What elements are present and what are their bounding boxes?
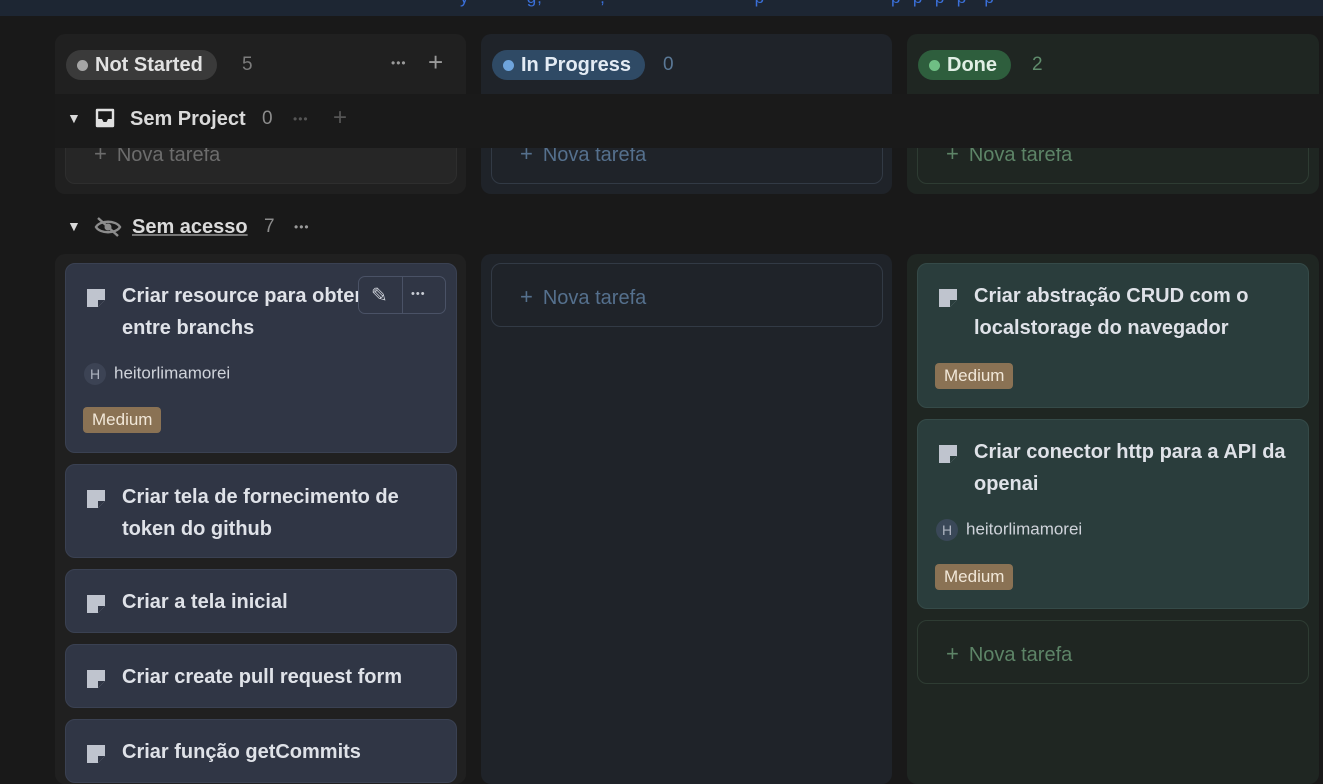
status-pill-not-started[interactable]: Not Started bbox=[66, 50, 217, 80]
more-icon[interactable]: ••• bbox=[294, 220, 310, 234]
column-header-done: Done 2 bbox=[907, 34, 1319, 93]
card-title: Criar função getCommits bbox=[122, 741, 361, 763]
new-task-button[interactable]: + Nova tarefa bbox=[917, 620, 1309, 684]
plus-icon: + bbox=[520, 284, 533, 309]
page-icon bbox=[87, 745, 105, 763]
status-dot-icon bbox=[77, 59, 88, 71]
divider bbox=[402, 277, 403, 313]
group-count: 0 bbox=[262, 108, 273, 129]
assignee-name: heitorlimamorei bbox=[966, 519, 1083, 539]
assignee-name: heitorlimamorei bbox=[114, 363, 231, 383]
task-card[interactable]: Criar abstração CRUD com o localstorage … bbox=[917, 263, 1309, 408]
status-label: In Progress bbox=[521, 54, 632, 76]
caret-down-icon[interactable]: ▼ bbox=[67, 218, 81, 234]
card-title: Criar abstração CRUD com o localstorage … bbox=[974, 285, 1249, 339]
top-banner: y g, , p p p p p p bbox=[0, 0, 1323, 16]
column-header-in-progress: In Progress 0 bbox=[481, 34, 892, 93]
page-icon bbox=[87, 595, 105, 613]
page-icon bbox=[939, 289, 957, 307]
status-dot-icon bbox=[929, 59, 940, 71]
assignee[interactable]: Hheitorlimamorei bbox=[936, 519, 1082, 541]
card-title: Criar a tela inicial bbox=[122, 591, 288, 613]
card-title: Criar conector http para a API da openai bbox=[974, 441, 1286, 495]
inbox-icon bbox=[94, 107, 116, 134]
group-header-sem-acesso: ▼ Sem acesso 7 ••• bbox=[55, 202, 1323, 256]
caret-down-icon[interactable]: ▼ bbox=[67, 110, 81, 126]
card-title: Criar tela de fornecimento de token do g… bbox=[122, 486, 399, 540]
group-count: 7 bbox=[264, 216, 275, 237]
card-title: Criar create pull request form bbox=[122, 666, 403, 688]
status-dot-icon bbox=[503, 59, 514, 71]
priority-tag: Medium bbox=[935, 564, 1014, 590]
plus-icon: + bbox=[946, 641, 959, 666]
more-icon[interactable]: ••• bbox=[293, 112, 309, 126]
top-banner-text: y g, , p p p p p p bbox=[460, 0, 995, 8]
new-task-label: Nova tarefa bbox=[968, 644, 1073, 666]
page-icon bbox=[87, 670, 105, 688]
card-actions: ✎ ••• bbox=[358, 276, 446, 314]
task-card[interactable]: Criar create pull request form bbox=[65, 644, 457, 708]
column-count: 2 bbox=[1032, 54, 1043, 75]
status-label: Done bbox=[947, 54, 997, 76]
avatar: H bbox=[936, 519, 958, 541]
new-task-label: Nova tarefa bbox=[542, 287, 647, 309]
task-card[interactable]: Criar a tela inicial bbox=[65, 569, 457, 633]
group-header-sem-project: ▼ Sem Project 0 ••• + bbox=[55, 94, 1323, 148]
priority-tag: Medium bbox=[935, 363, 1014, 389]
eye-off-icon bbox=[94, 216, 122, 243]
status-label: Not Started bbox=[95, 54, 203, 76]
edit-icon[interactable]: ✎ bbox=[371, 283, 388, 308]
group-title: Sem Project bbox=[130, 108, 246, 130]
assignee[interactable]: Hheitorlimamorei bbox=[84, 363, 230, 385]
page-icon bbox=[87, 490, 105, 508]
page-icon bbox=[87, 289, 105, 307]
task-card[interactable]: Criar tela de fornecimento de token do g… bbox=[65, 464, 457, 558]
task-card[interactable]: Criar conector http para a API da openai… bbox=[917, 419, 1309, 609]
column-count: 0 bbox=[663, 54, 674, 75]
add-icon[interactable]: + bbox=[333, 104, 347, 132]
task-card[interactable]: Criar resource para obter diffs entre br… bbox=[65, 263, 457, 453]
status-pill-done[interactable]: Done bbox=[918, 50, 1011, 80]
avatar: H bbox=[84, 363, 106, 385]
more-icon[interactable]: ••• bbox=[411, 288, 426, 300]
status-pill-in-progress[interactable]: In Progress bbox=[492, 50, 646, 80]
more-icon[interactable]: ••• bbox=[391, 56, 407, 70]
page-icon bbox=[939, 445, 957, 463]
new-task-button[interactable]: + Nova tarefa bbox=[491, 263, 883, 327]
column-header-not-started: Not Started 5 ••• + bbox=[55, 34, 466, 93]
column-in-progress-group2 bbox=[481, 254, 892, 784]
add-icon[interactable]: + bbox=[428, 47, 443, 78]
group-title[interactable]: Sem acesso bbox=[132, 216, 248, 239]
column-count: 5 bbox=[242, 54, 253, 75]
task-card[interactable]: Criar função getCommits bbox=[65, 719, 457, 783]
priority-tag: Medium bbox=[83, 407, 162, 433]
